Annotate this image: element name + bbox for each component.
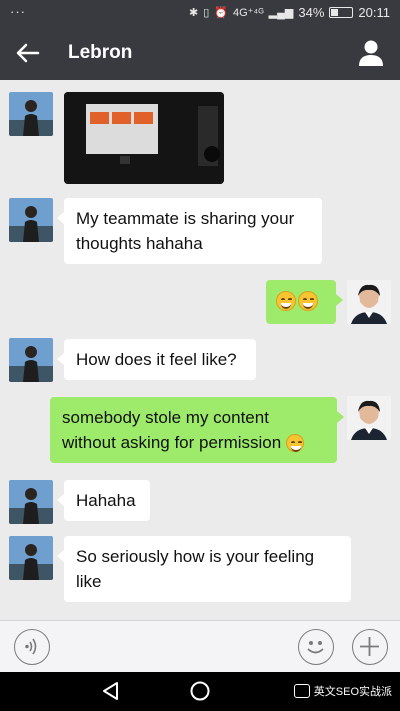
image-message[interactable] xyxy=(64,92,224,184)
avatar-self[interactable] xyxy=(347,280,391,324)
avatar-lebron[interactable] xyxy=(9,480,53,524)
message-bubble-incoming[interactable]: Hahaha xyxy=(57,480,150,521)
wechat-official-icon xyxy=(293,684,310,698)
avatar-lebron[interactable] xyxy=(9,536,53,580)
grinning-emoji-icon xyxy=(298,291,318,311)
watermark-text: 英文SEO实战派 xyxy=(313,686,392,698)
navigation-bar: 英文SEO实战派 xyxy=(0,672,400,711)
vibrate-icon: ▯ xyxy=(203,7,210,19)
avatar-self[interactable] xyxy=(347,396,391,440)
chat-area[interactable]: My teammate is sharing your thoughts hah… xyxy=(0,80,400,620)
grinning-emoji-icon xyxy=(276,291,296,311)
status-bar: ··· ✱ ▯ ⏰ 4G⁺⁴ᴳ ▂▄▆ 34% 20:11 xyxy=(0,0,400,26)
avatar-lebron[interactable] xyxy=(9,198,53,242)
input-bar xyxy=(0,620,400,672)
message-bubble-incoming[interactable]: How does it feel like? xyxy=(57,339,256,380)
plus-icon[interactable] xyxy=(352,629,388,665)
circle-home-icon[interactable] xyxy=(189,680,211,702)
awkward-emoji-icon xyxy=(285,434,304,452)
status-icons: ✱ ▯ ⏰ 4G⁺⁴ᴳ ▂▄▆ 34% 20:11 xyxy=(189,5,390,20)
notification-dots: ··· xyxy=(10,4,26,19)
network-icon: 4G⁺⁴ᴳ xyxy=(233,7,264,19)
message-bubble-incoming[interactable]: My teammate is sharing your thoughts hah… xyxy=(57,198,322,264)
battery-icon xyxy=(329,7,354,18)
message-bubble-outgoing[interactable]: somebody stole my content without asking… xyxy=(50,397,344,463)
chat-header: Lebron xyxy=(0,26,400,80)
chat-title: Lebron xyxy=(68,42,133,63)
message-bubble-incoming[interactable]: So seriously how is your feeling like xyxy=(57,536,351,602)
back-arrow-icon[interactable] xyxy=(14,39,42,67)
person-icon[interactable] xyxy=(358,39,384,67)
battery-percent: 34% xyxy=(298,5,325,20)
triangle-back-icon[interactable] xyxy=(100,680,122,702)
avatar-lebron[interactable] xyxy=(9,92,53,136)
voice-icon[interactable] xyxy=(14,629,50,665)
avatar-lebron[interactable] xyxy=(9,338,53,382)
smiley-icon[interactable] xyxy=(298,629,334,665)
bluetooth-icon: ✱ xyxy=(189,7,199,19)
clock: 20:11 xyxy=(358,5,390,20)
signal-icon: ▂▄▆ xyxy=(268,7,294,19)
alarm-icon: ⏰ xyxy=(214,7,228,19)
message-text: somebody stole my content without asking… xyxy=(62,408,282,452)
message-bubble-outgoing[interactable] xyxy=(266,280,343,324)
watermark: 英文SEO实战派 xyxy=(293,683,392,699)
